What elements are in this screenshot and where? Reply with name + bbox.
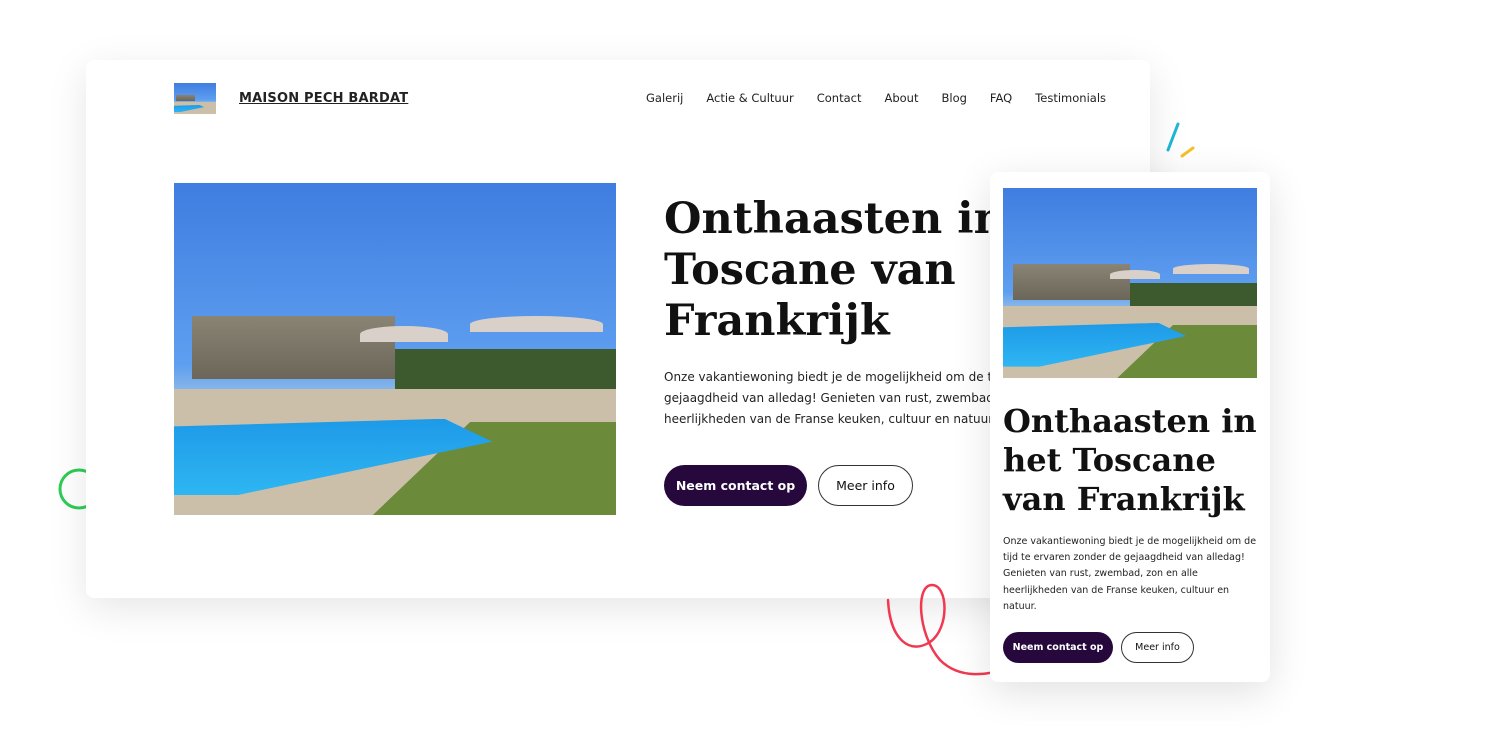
- brand-link[interactable]: MAISON PECH BARDAT: [239, 91, 408, 106]
- mobile-more-info-button[interactable]: Meer info: [1121, 632, 1194, 663]
- mobile-hero-description: Onze vakantiewoning biedt je de mogelijk…: [1003, 536, 1257, 612]
- main-nav: Galerij Actie & Cultuur Contact About Bl…: [646, 91, 1106, 105]
- contact-button[interactable]: Neem contact op: [664, 465, 807, 506]
- mobile-hero-title: Onthaasten in het Toscane van Frankrijk: [1003, 402, 1257, 518]
- nav-galerij[interactable]: Galerij: [646, 91, 683, 105]
- nav-about[interactable]: About: [884, 91, 918, 105]
- nav-actie-cultuur[interactable]: Actie & Cultuur: [706, 91, 793, 105]
- mobile-preview: Onthaasten in het Toscane van Frankrijk …: [990, 172, 1270, 682]
- mobile-hero-pool-image: [1003, 188, 1257, 378]
- nav-blog[interactable]: Blog: [942, 91, 967, 105]
- mobile-contact-button[interactable]: Neem contact op: [1003, 632, 1113, 663]
- nav-faq[interactable]: FAQ: [990, 91, 1012, 105]
- decor-lines: [1166, 122, 1195, 158]
- nav-testimonials[interactable]: Testimonials: [1035, 91, 1106, 105]
- logo-image[interactable]: [174, 83, 216, 114]
- nav-contact[interactable]: Contact: [817, 91, 862, 105]
- more-info-button[interactable]: Meer info: [818, 465, 913, 506]
- hero-pool-image: [174, 183, 616, 515]
